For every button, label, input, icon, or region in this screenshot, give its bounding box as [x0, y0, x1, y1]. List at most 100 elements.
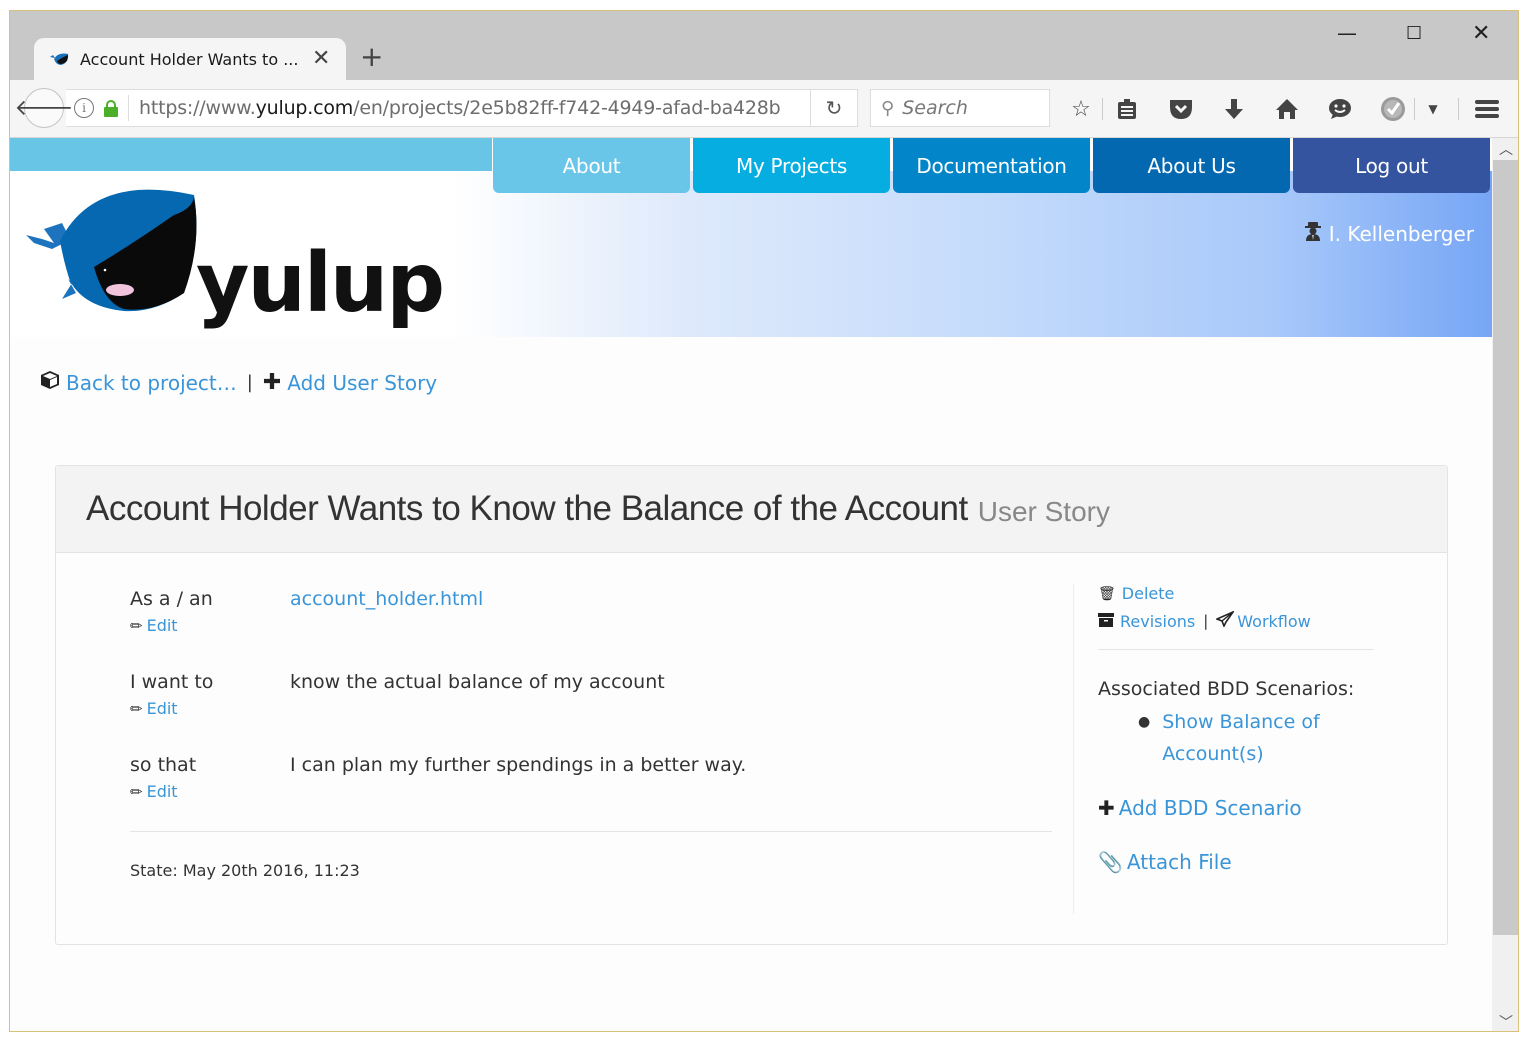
- search-icon: ⚲: [881, 97, 895, 119]
- user-profile-link[interactable]: I. Kellenberger: [1304, 221, 1474, 246]
- nav-tab-log-out[interactable]: Log out: [1293, 138, 1490, 193]
- download-icon[interactable]: [1221, 96, 1247, 122]
- row-label: As a / an: [130, 588, 213, 610]
- link-separator: |: [1203, 612, 1209, 630]
- url-path: /en/projects/2e5b82ff-f742-4949-afad-ba4…: [353, 97, 781, 119]
- vertical-scrollbar[interactable]: ︿ ﹀: [1492, 138, 1518, 1031]
- scroll-down-icon[interactable]: ﹀: [1492, 1011, 1518, 1031]
- nav-tab-about-us[interactable]: About Us: [1093, 138, 1290, 193]
- revisions-link[interactable]: Revisions: [1120, 612, 1195, 631]
- link-separator: |: [246, 372, 253, 393]
- back-button[interactable]: 🡐: [15, 88, 74, 128]
- archive-icon: [1098, 612, 1114, 631]
- site-header-strip: [10, 138, 492, 171]
- story-row-goal: I want to ✏ Edit know the actual balance …: [130, 671, 665, 718]
- window-minimize-icon[interactable]: —: [1337, 21, 1357, 45]
- address-bar[interactable]: i https://www.yulup.com/en/projects/2e5b…: [66, 89, 858, 127]
- sidebar-divider-horizontal: [1098, 649, 1374, 650]
- bookmark-star-icon[interactable]: ☆: [1068, 96, 1094, 122]
- site-info-icon[interactable]: i: [74, 98, 94, 118]
- url-text[interactable]: https://www.yulup.com/en/projects/2e5b82…: [139, 97, 781, 119]
- extension-dropdown-icon[interactable]: ▼: [1420, 96, 1446, 122]
- tab-close-icon[interactable]: ✕: [312, 48, 330, 70]
- story-sidebar: 🗑 Delete Revisions | Workflow Associated…: [1098, 584, 1378, 874]
- role-value-link[interactable]: account_holder.html: [290, 588, 483, 610]
- story-type-label: User Story: [977, 496, 1110, 527]
- browser-toolbar: i https://www.yulup.com/en/projects/2e5b…: [10, 80, 1518, 138]
- add-user-story-link[interactable]: Add User Story: [287, 371, 437, 395]
- user-name: I. Kellenberger: [1328, 221, 1474, 246]
- bdd-scenario-link[interactable]: Show Balance of Account(s): [1162, 706, 1319, 770]
- bdd-scenario-text-line: Account(s): [1162, 743, 1264, 765]
- edit-label: Edit: [146, 616, 178, 635]
- plus-icon: ✚: [262, 370, 282, 395]
- attach-file-link[interactable]: Attach File: [1127, 850, 1232, 874]
- panel-heading: Account Holder Wants to Know the Balance…: [56, 466, 1447, 553]
- url-separator: [128, 95, 129, 121]
- nav-tab-label: Documentation: [916, 153, 1067, 178]
- browser-tab-active[interactable]: Account Holder Wants to ... ✕: [34, 38, 346, 80]
- attach-file-action: 📎 Attach File: [1098, 850, 1378, 874]
- nav-tab-my-projects[interactable]: My Projects: [693, 138, 890, 193]
- scrollbar-thumb[interactable]: [1493, 160, 1518, 935]
- workflow-link[interactable]: Workflow: [1237, 612, 1310, 631]
- user-story-panel: Account Holder Wants to Know the Balance…: [55, 465, 1448, 945]
- nav-tab-label: About Us: [1147, 153, 1236, 178]
- toolbar-separator: [1458, 98, 1459, 120]
- story-row-benefit: so that ✏ Edit I can plan my further spen…: [130, 754, 746, 801]
- edit-role-link[interactable]: ✏ Edit: [130, 616, 213, 635]
- sidebar-divider: [1073, 584, 1074, 914]
- edit-label: Edit: [146, 699, 178, 718]
- site-nav: About My Projects Documentation About Us…: [493, 138, 1492, 193]
- back-to-project-link[interactable]: Back to project…: [66, 371, 237, 395]
- hamburger-menu-icon[interactable]: [1474, 96, 1500, 122]
- whale-logo-icon: [26, 189, 197, 312]
- back-arrow-icon: 🡐: [14, 96, 74, 121]
- pencil-icon: ✏: [130, 616, 143, 635]
- goal-value: know the actual balance of my account: [290, 671, 665, 693]
- delete-link[interactable]: Delete: [1122, 584, 1175, 603]
- nav-tab-about[interactable]: About: [493, 138, 690, 193]
- reload-icon: ↻: [825, 96, 843, 120]
- nav-tab-documentation[interactable]: Documentation: [893, 138, 1090, 193]
- tab-strip: Account Holder Wants to ... ✕ + — ☐ ✕: [10, 11, 1518, 80]
- paperclip-icon: 📎: [1098, 850, 1123, 874]
- plus-icon: ✚: [1098, 796, 1115, 820]
- yulup-logo[interactable]: yulup: [24, 183, 445, 328]
- window-maximize-icon[interactable]: ☐: [1406, 23, 1422, 44]
- story-row-role: As a / an ✏ Edit account_holder.html: [130, 588, 483, 635]
- user-spy-icon: [1304, 221, 1321, 246]
- edit-goal-link[interactable]: ✏ Edit: [130, 699, 213, 718]
- scroll-up-icon[interactable]: ︿: [1492, 138, 1518, 160]
- tab-title: Account Holder Wants to ...: [80, 49, 299, 69]
- cube-icon: [40, 370, 60, 395]
- revision-actions: Revisions | Workflow: [1098, 610, 1378, 631]
- pocket-icon[interactable]: [1168, 96, 1194, 122]
- state-timestamp: State: May 20th 2016, 11:23: [130, 861, 360, 880]
- benefit-value: I can plan my further spendings in a bet…: [290, 754, 747, 776]
- bdd-scenario-text-line: Show Balance of: [1162, 711, 1320, 733]
- list-bullet: ●: [1138, 714, 1151, 730]
- content-divider: [130, 831, 1052, 832]
- story-title: Account Holder Wants to Know the Balance…: [86, 489, 968, 528]
- search-input[interactable]: [902, 97, 1033, 119]
- extension-check-icon[interactable]: [1380, 96, 1406, 122]
- reload-button[interactable]: ↻: [810, 89, 858, 127]
- toolbar-separator: [1102, 98, 1103, 120]
- url-prefix: https://www.: [139, 97, 256, 119]
- bdd-scenario-list: ● Show Balance of Account(s): [1098, 706, 1378, 770]
- new-tab-plus-icon[interactable]: +: [360, 43, 383, 71]
- secure-lock-icon[interactable]: [104, 100, 118, 117]
- add-bdd-scenario-link[interactable]: Add BDD Scenario: [1119, 796, 1302, 820]
- pencil-icon: ✏: [130, 699, 143, 718]
- home-icon[interactable]: [1274, 96, 1300, 122]
- chat-smiley-icon[interactable]: [1327, 96, 1353, 122]
- reading-list-icon[interactable]: [1114, 96, 1140, 122]
- whale-favicon-icon: [50, 53, 69, 65]
- page-viewport: About My Projects Documentation About Us…: [10, 138, 1492, 1031]
- search-box[interactable]: ⚲: [870, 89, 1050, 127]
- edit-benefit-link[interactable]: ✏ Edit: [130, 782, 196, 801]
- window-close-icon[interactable]: ✕: [1472, 21, 1490, 46]
- browser-window: Account Holder Wants to ... ✕ + — ☐ ✕ i …: [9, 10, 1519, 1032]
- row-label: so that: [130, 754, 197, 776]
